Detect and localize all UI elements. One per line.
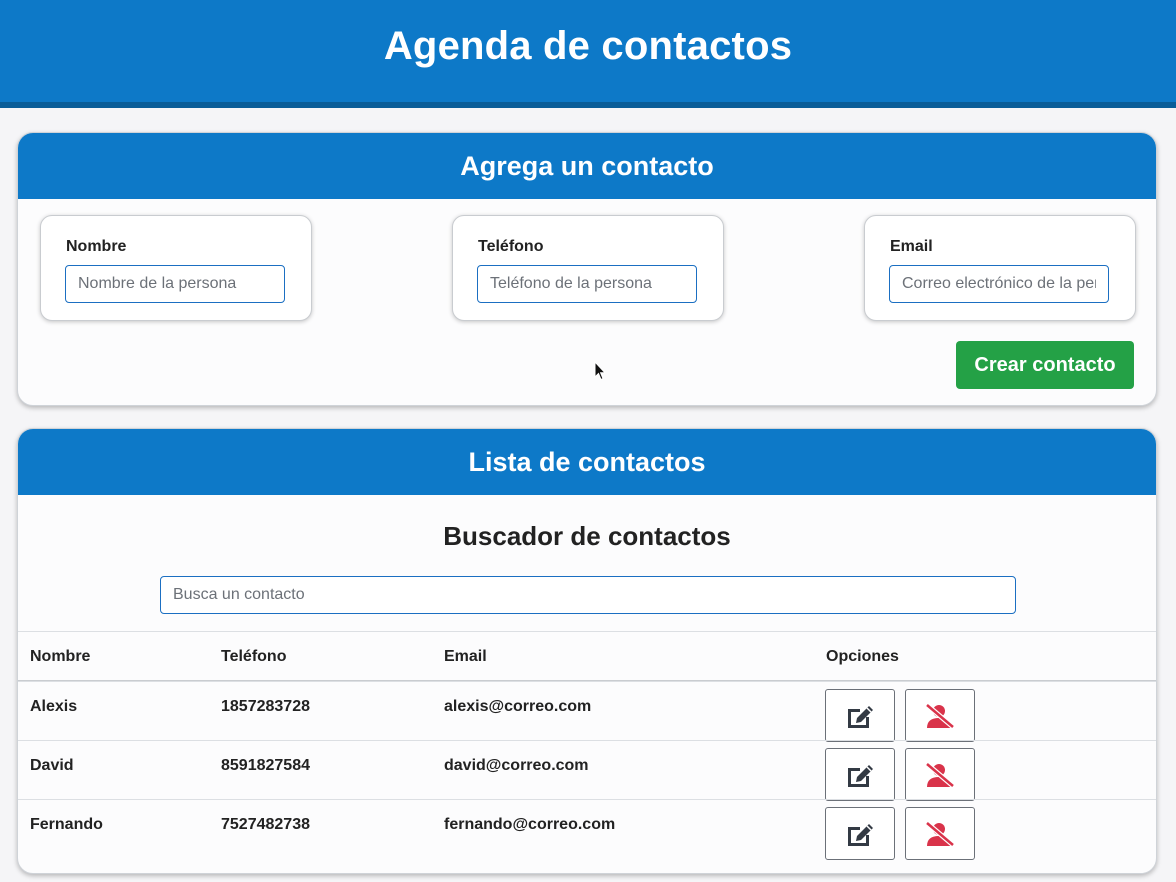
contact-phone: 1857283728 [221, 698, 310, 715]
name-input[interactable] [65, 265, 285, 303]
contact-list-title: Lista de contactos [18, 429, 1156, 495]
contact-email: fernando@correo.com [444, 816, 616, 833]
column-header-email: Email [444, 648, 487, 665]
edit-icon [848, 823, 873, 846]
email-field-group: Email [864, 215, 1136, 321]
phone-label: Teléfono [478, 238, 544, 255]
contact-email: david@correo.com [444, 757, 589, 774]
email-label: Email [890, 238, 933, 255]
mouse-cursor-icon [594, 361, 606, 381]
name-field-group: Nombre [40, 215, 312, 321]
delete-contact-button[interactable] [905, 689, 975, 742]
user-slash-icon [925, 820, 955, 847]
contacts-table: Nombre Teléfono Email Opciones Alexis 18… [18, 631, 1156, 860]
table-row: Alexis 1857283728 alexis@correo.com [18, 681, 1156, 742]
contact-email: alexis@correo.com [444, 698, 592, 715]
edit-contact-button[interactable] [825, 807, 895, 860]
contact-name: Alexis [30, 698, 78, 715]
table-row: David 8591827584 david@correo.com [18, 740, 1156, 801]
edit-icon [848, 764, 873, 787]
contact-phone: 7527482738 [221, 816, 310, 833]
table-row: Fernando 7527482738 fernando@correo.com [18, 799, 1156, 860]
contact-list-card: Lista de contactos Buscador de contactos… [17, 428, 1157, 874]
phone-field-group: Teléfono [452, 215, 724, 321]
column-header-name: Nombre [30, 648, 91, 665]
contact-name: Fernando [30, 816, 103, 833]
app-header: Agenda de contactos [0, 0, 1176, 108]
edit-contact-button[interactable] [825, 748, 895, 801]
edit-icon [848, 705, 873, 728]
column-header-phone: Teléfono [221, 648, 287, 665]
phone-input[interactable] [477, 265, 697, 303]
email-input[interactable] [889, 265, 1109, 303]
create-contact-button[interactable]: Crear contacto [956, 341, 1134, 389]
delete-contact-button[interactable] [905, 748, 975, 801]
contact-name: David [30, 757, 74, 774]
delete-contact-button[interactable] [905, 807, 975, 860]
edit-contact-button[interactable] [825, 689, 895, 742]
add-contact-card: Agrega un contacto Nombre Teléfono Email… [17, 132, 1157, 406]
column-header-options: Opciones [826, 648, 899, 665]
search-input[interactable] [160, 576, 1016, 614]
add-contact-title: Agrega un contacto [18, 133, 1156, 199]
contact-phone: 8591827584 [221, 757, 310, 774]
user-slash-icon [925, 702, 955, 729]
search-title: Buscador de contactos [443, 521, 731, 551]
user-slash-icon [925, 761, 955, 788]
name-label: Nombre [66, 238, 127, 255]
page-title: Agenda de contactos [383, 24, 793, 68]
table-header-row: Nombre Teléfono Email Opciones [18, 631, 1156, 681]
